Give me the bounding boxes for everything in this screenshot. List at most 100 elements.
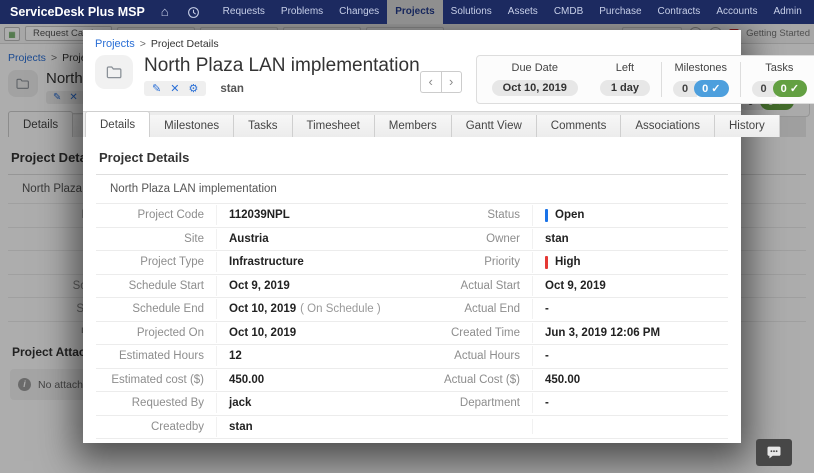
field-label: Project Type	[96, 256, 216, 268]
field-value: 450.00	[216, 370, 412, 390]
field-row: Department -	[412, 392, 728, 416]
field-row: Actual Cost ($) 450.00	[412, 369, 728, 393]
field-row: Priority High	[412, 251, 728, 275]
field-row: Actual Hours -	[412, 345, 728, 369]
nav-item[interactable]: Assets	[500, 0, 546, 24]
milestones-done-badge: 0 ✓	[694, 80, 728, 97]
recent-activity-icon[interactable]	[178, 6, 209, 19]
project-title: North Plaza LAN implementation	[144, 55, 420, 77]
accent-bar	[545, 256, 548, 269]
nav-item[interactable]: Requests	[215, 0, 273, 24]
nav-item[interactable]: Billing	[810, 0, 814, 24]
field-row: Projected On Oct 10, 2019	[96, 322, 412, 346]
field-label: Requested By	[96, 397, 216, 409]
home-icon[interactable]: ⌂	[152, 0, 178, 24]
tab[interactable]: Tasks	[234, 115, 292, 137]
field-value-text: 112039NPL	[229, 209, 290, 221]
edit-icon[interactable]: ✎	[152, 82, 161, 95]
field-label: Department	[412, 397, 532, 409]
previous-record-button[interactable]: ‹	[420, 71, 441, 93]
days-left-value: 1 day	[600, 80, 650, 96]
settings-icon[interactable]: ⚙	[188, 82, 198, 95]
field-label: Actual Hours	[412, 350, 532, 362]
field-value-text: 12	[229, 350, 242, 362]
field-value: -	[532, 299, 728, 319]
chat-button[interactable]	[756, 439, 792, 466]
nav-item[interactable]: Purchase	[591, 0, 649, 24]
field-label: Site	[96, 233, 216, 245]
field-value-text: Oct 10, 2019	[229, 303, 296, 315]
breadcrumb-projects-link[interactable]: Projects	[95, 38, 135, 50]
field-row: Project Code 112039NPL	[96, 204, 412, 228]
field-row: Requested By jack	[96, 392, 412, 416]
field-label: Projected On	[96, 327, 216, 339]
field-label: Actual Cost ($)	[412, 374, 532, 386]
nav-item[interactable]: Accounts	[708, 0, 765, 24]
app-logo: ServiceDesk Plus MSP	[10, 5, 145, 19]
field-row: Createdby stan	[96, 416, 412, 440]
fields-left-column: Project Code 112039NPL Site Austria	[96, 204, 412, 439]
tab[interactable]: Details	[85, 111, 150, 137]
field-value-text: stan	[545, 233, 569, 245]
tab[interactable]: Milestones	[150, 115, 234, 137]
tab[interactable]: Timesheet	[293, 115, 375, 137]
field-value-text: Austria	[229, 233, 269, 245]
tab[interactable]: Gantt View	[452, 115, 537, 137]
field-row: Project Type Infrastructure	[96, 251, 412, 275]
project-details-modal: Projects>Project Details North Plaza LAN…	[83, 30, 741, 443]
nav-item[interactable]: Changes	[331, 0, 387, 24]
field-value: Open	[532, 205, 728, 226]
field-value-text: Oct 9, 2019	[229, 280, 290, 292]
field-note: ( On Schedule )	[300, 303, 381, 315]
field-value: Infrastructure	[216, 252, 412, 272]
field-value-text: -	[545, 350, 549, 362]
tab[interactable]: History	[715, 115, 780, 137]
milestones-block: Milestones 0 0 ✓	[661, 62, 740, 97]
field-value: Oct 9, 2019	[216, 276, 412, 296]
field-value: 112039NPL	[216, 205, 412, 225]
nav-menu: Requests Problems Changes Projects Solut…	[215, 0, 814, 24]
days-left-label: Left	[616, 62, 634, 74]
nav-item[interactable]: Solutions	[443, 0, 500, 24]
tab[interactable]: Associations	[621, 115, 715, 137]
field-label: Project Code	[96, 209, 216, 221]
nav-item[interactable]: CMDB	[546, 0, 591, 24]
field-value	[532, 419, 728, 434]
field-value-text: Oct 9, 2019	[545, 280, 606, 292]
nav-item[interactable]: Problems	[273, 0, 331, 24]
field-label: Created Time	[412, 327, 532, 339]
nav-item[interactable]: Contracts	[650, 0, 709, 24]
field-row: Schedule End Oct 10, 2019 ( On Schedule …	[96, 298, 412, 322]
field-label: Schedule End	[96, 303, 216, 315]
days-left-block: Left 1 day	[589, 62, 661, 97]
field-value: Jun 3, 2019 12:06 PM	[532, 323, 728, 343]
field-value-text: -	[545, 397, 549, 409]
close-icon[interactable]: ✕	[170, 82, 179, 95]
field-value-text: Jun 3, 2019 12:06 PM	[545, 327, 660, 339]
milestones-label: Milestones	[674, 62, 727, 74]
field-label: Actual End	[412, 303, 532, 315]
field-value-text: jack	[229, 397, 251, 409]
field-row: Actual End -	[412, 298, 728, 322]
field-value: High	[532, 252, 728, 273]
tasks-done-badge: 0 ✓	[773, 80, 807, 97]
chat-icon	[766, 446, 782, 459]
field-value: jack	[216, 393, 412, 413]
next-record-button[interactable]: ›	[441, 71, 462, 93]
nav-item[interactable]: Projects	[387, 0, 442, 24]
field-value: 12	[216, 346, 412, 366]
accent-bar	[545, 209, 548, 222]
tab[interactable]: Members	[375, 115, 452, 137]
field-value: Oct 9, 2019	[532, 276, 728, 296]
field-label: Schedule Start	[96, 280, 216, 292]
due-date-value: Oct 10, 2019	[492, 80, 578, 96]
field-value-text: -	[545, 303, 549, 315]
summary-box: Due Date Oct 10, 2019 Left 1 day Milesto…	[476, 55, 814, 104]
field-value-text: Infrastructure	[229, 256, 304, 268]
breadcrumb: Projects>Project Details	[83, 30, 741, 52]
due-date-block: Due Date Oct 10, 2019	[481, 62, 589, 97]
nav-item[interactable]: Admin	[765, 0, 809, 24]
tasks-label: Tasks	[765, 62, 793, 74]
field-value-text: stan	[229, 421, 253, 433]
tab[interactable]: Comments	[537, 115, 622, 137]
